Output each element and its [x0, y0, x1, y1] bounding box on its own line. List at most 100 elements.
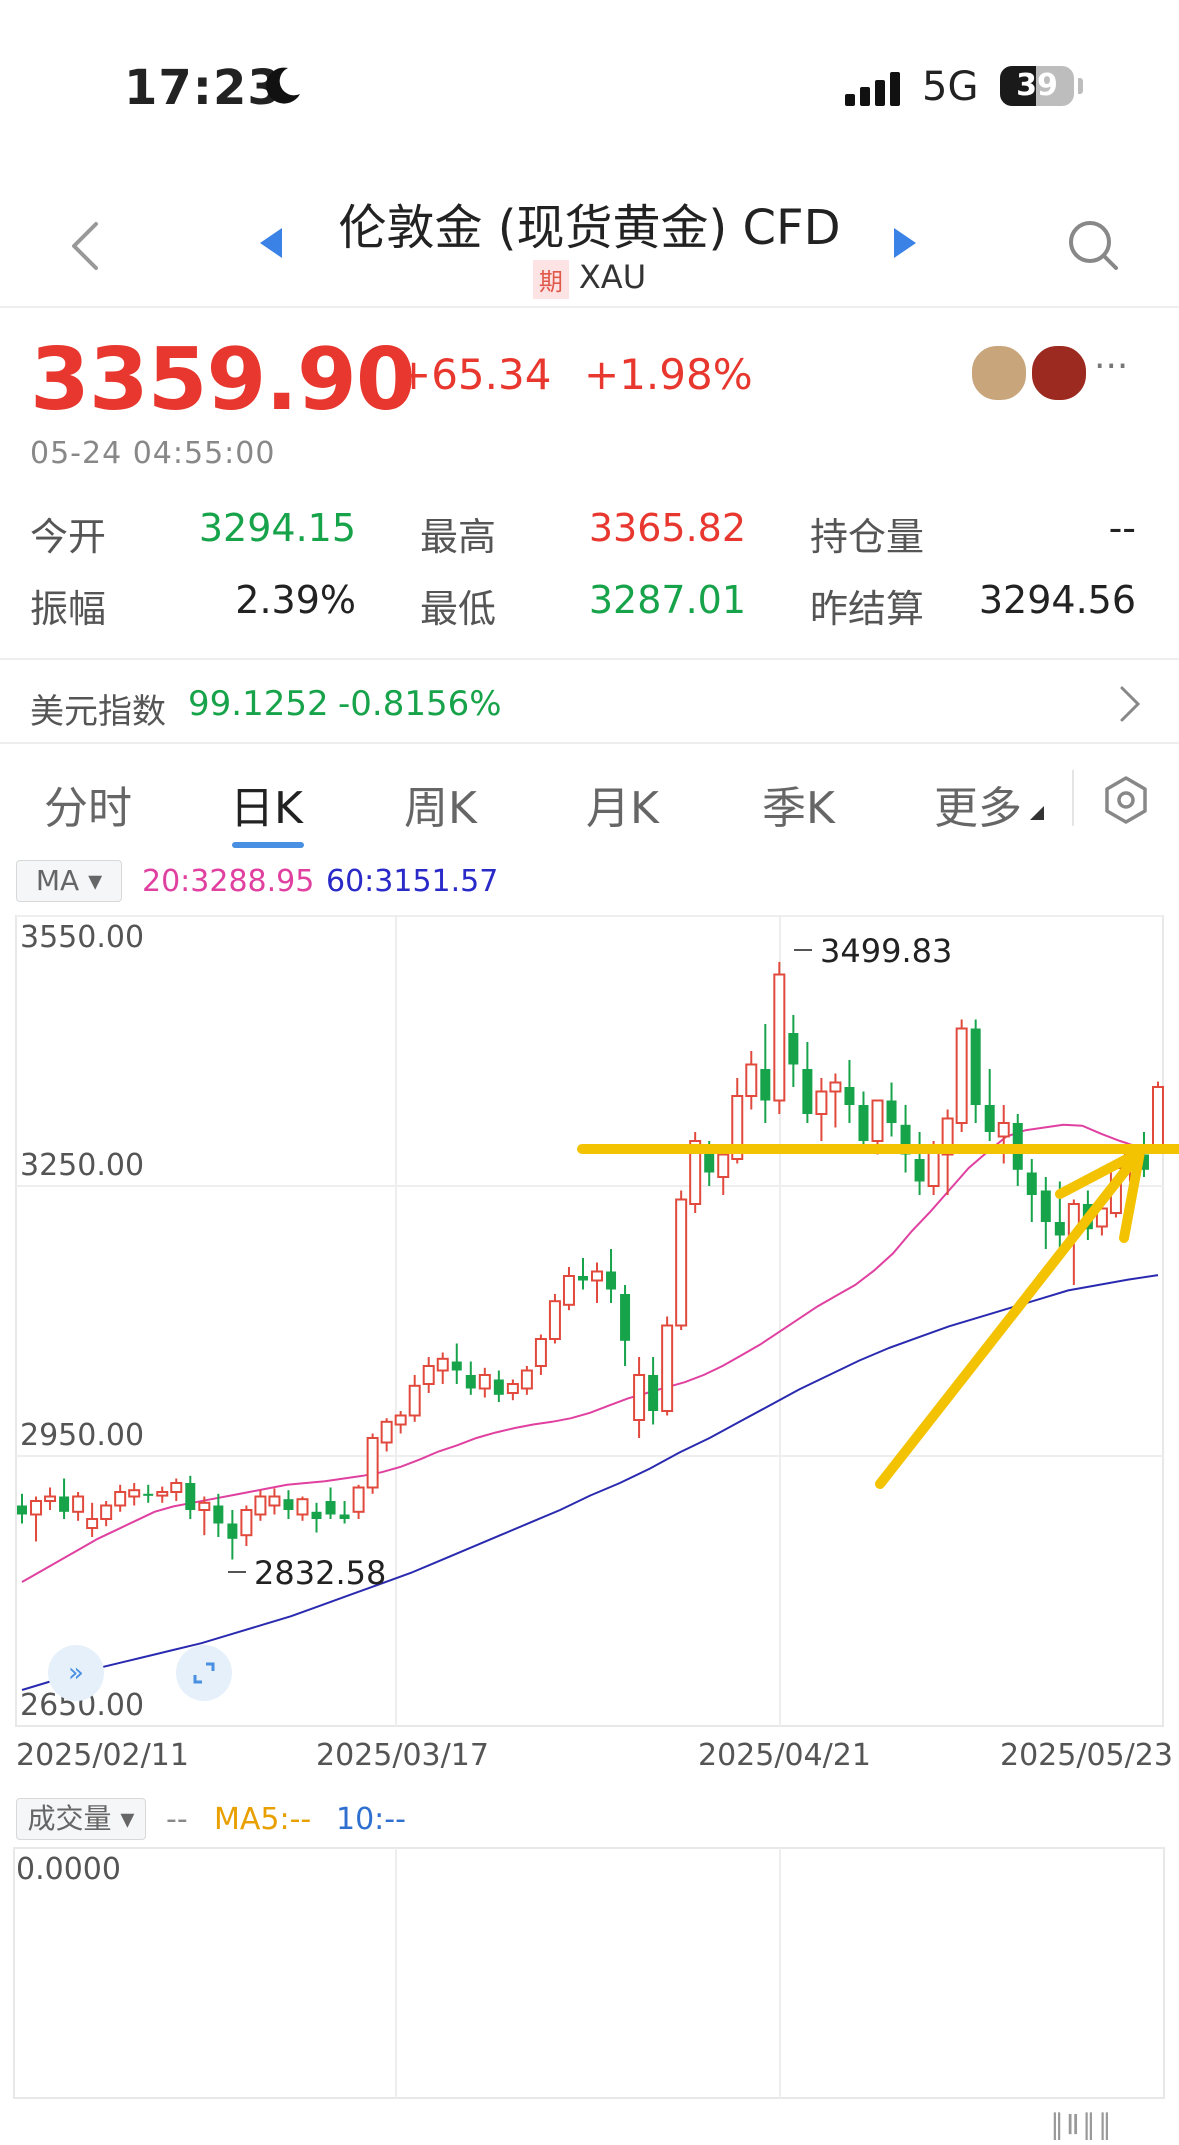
candle-body — [858, 1105, 869, 1141]
price-change: +65.34 — [396, 350, 552, 399]
ma-selector[interactable]: MA ▾ — [16, 860, 122, 902]
dollar-index-row[interactable] — [0, 660, 1179, 742]
next-instrument-icon[interactable] — [892, 226, 918, 260]
candle-body — [100, 1504, 113, 1520]
candle-body — [198, 1501, 211, 1512]
candle-body — [366, 1437, 379, 1489]
candle-body — [788, 1033, 799, 1065]
candle-body — [577, 1276, 588, 1281]
candle-body — [339, 1514, 350, 1519]
candle-body — [17, 1505, 27, 1515]
candle-body — [984, 1105, 995, 1132]
dropdown-corner-icon — [1030, 806, 1044, 820]
candle-body — [661, 1324, 674, 1412]
candle-body — [1054, 1222, 1065, 1236]
x-tick-label: 2025/02/11 — [16, 1738, 189, 1773]
page-title: 伦敦金 (现货黄金) CFD — [338, 200, 841, 256]
volume-ma5: MA5:-- — [214, 1802, 312, 1837]
tab-quarterly-k[interactable]: 季K — [762, 772, 835, 836]
tab-daily-k[interactable]: 日K — [230, 772, 303, 836]
stat-value-low: 3287.01 — [588, 578, 746, 622]
candle-body — [548, 1300, 561, 1340]
expand-icon — [193, 1662, 215, 1684]
more-options-icon[interactable]: ··· — [1094, 346, 1128, 387]
candle-body — [114, 1491, 127, 1507]
candle-body — [451, 1361, 462, 1371]
stat-value-open: 3294.15 — [198, 506, 356, 550]
candle-body — [352, 1486, 365, 1513]
settings-icon[interactable] — [1100, 774, 1152, 826]
y-tick-label: 2950.00 — [20, 1418, 145, 1453]
candle-body — [506, 1383, 519, 1394]
candle-body — [283, 1499, 294, 1510]
moon-icon — [266, 67, 300, 104]
candle-body — [562, 1275, 575, 1306]
candle-body — [213, 1505, 224, 1524]
candle-body — [268, 1495, 281, 1507]
candle-body — [927, 1149, 940, 1187]
candle-body — [240, 1509, 253, 1537]
candle-body — [311, 1511, 322, 1519]
avatar[interactable] — [970, 344, 1028, 402]
candle-body — [717, 1153, 730, 1178]
stat-value-high: 3365.82 — [588, 506, 746, 550]
candle-body — [1152, 1086, 1164, 1148]
candle-body — [493, 1379, 504, 1395]
candle-body — [394, 1414, 407, 1426]
candle-body — [534, 1338, 547, 1367]
price-change-pct: +1.98% — [584, 350, 753, 399]
candlestick-chart[interactable] — [0, 900, 1179, 1760]
candle-body — [436, 1357, 449, 1372]
instrument-symbol: XAU — [578, 258, 647, 296]
volume-selector-label: 成交量 — [27, 1802, 112, 1835]
volume-value: -- — [166, 1802, 188, 1837]
tab-more[interactable]: 更多 — [934, 772, 1022, 836]
ma60-legend: 60:3151.57 — [326, 864, 499, 899]
candle-body — [829, 1081, 842, 1093]
nav-divider — [0, 306, 1179, 308]
quote-timestamp: 05-24 04:55:00 — [30, 436, 276, 471]
tab-monthly-k[interactable]: 月K — [586, 772, 659, 836]
y-tick-label: 3550.00 — [20, 920, 145, 955]
high-annotation: 3499.83 — [820, 932, 953, 970]
candle-body — [844, 1087, 855, 1105]
candle-body — [871, 1099, 884, 1142]
chevron-right-icon[interactable] — [1118, 684, 1142, 724]
candle-body — [675, 1198, 688, 1327]
drawn-arrow-shaft — [875, 1147, 1145, 1489]
candle-body — [970, 1028, 981, 1105]
last-price: 3359.90 — [30, 330, 416, 430]
stat-label-prev-settle: 昨结算 — [810, 587, 925, 631]
avatar[interactable] — [1030, 344, 1088, 402]
candle-body — [143, 1493, 154, 1496]
candle-body — [478, 1374, 491, 1390]
x-tick-label: 2025/05/23 — [1000, 1738, 1173, 1773]
candle-body — [591, 1270, 604, 1282]
candle-body — [465, 1375, 476, 1389]
scroll-to-start-button[interactable]: » — [48, 1645, 104, 1701]
volume-frame — [13, 1847, 1165, 2099]
dollar-index-label: 美元指数 — [30, 692, 166, 732]
candle-body — [760, 1069, 771, 1101]
candle-body — [72, 1495, 85, 1513]
candle-body — [520, 1369, 533, 1390]
stat-label-high: 最高 — [420, 515, 497, 559]
battery-tip — [1078, 78, 1083, 94]
fullscreen-button[interactable] — [176, 1645, 232, 1701]
candle-body — [886, 1100, 897, 1123]
battery-level: 39 — [1016, 68, 1058, 103]
low-annotation: 2832.58 — [254, 1554, 387, 1592]
candle-body — [325, 1501, 336, 1515]
status-time: 17:23 — [124, 60, 282, 116]
ma60-line — [21, 1274, 1159, 1691]
candle-body — [997, 1122, 1010, 1138]
watermark-icon: ∥Ⅱ∥∥ — [1050, 2108, 1114, 2141]
tab-weekly-k[interactable]: 周K — [404, 772, 477, 836]
candle-body — [773, 973, 786, 1102]
tab-intraday[interactable]: 分时 — [44, 772, 132, 836]
ma20-legend: 20:3288.95 — [142, 864, 315, 899]
volume-selector[interactable]: 成交量 ▾ — [16, 1798, 146, 1840]
candle-body — [815, 1090, 828, 1115]
volume-chart[interactable] — [0, 1840, 1179, 2110]
candle-body — [86, 1518, 99, 1529]
